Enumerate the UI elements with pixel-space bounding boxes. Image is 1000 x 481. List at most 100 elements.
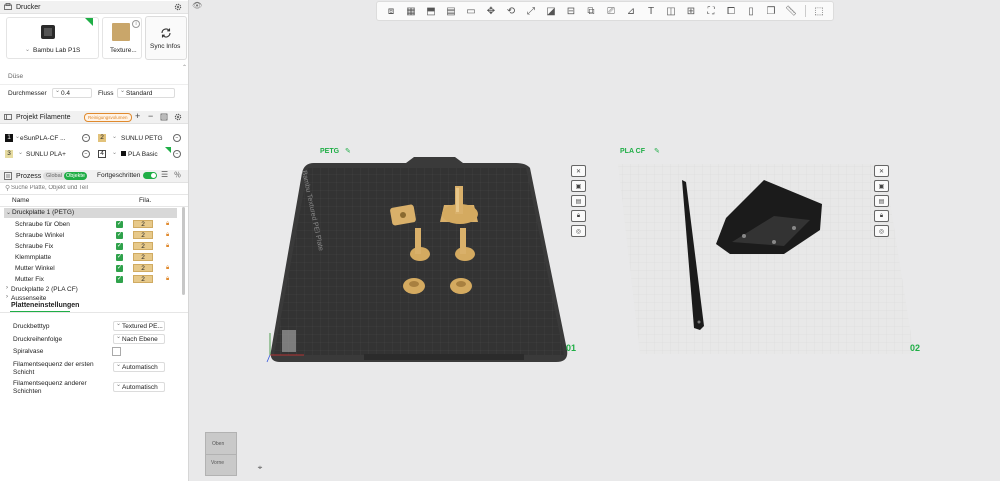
table-row[interactable]: Mutter Winkel ✓ 2 🔒︎ [0,263,180,274]
printer-section-header[interactable]: Drucker [0,1,188,14]
build-plate-1[interactable] [264,150,574,365]
tab-objects[interactable]: Objekte [64,172,87,180]
remove-filament-icon[interactable]: − [148,111,153,121]
object-search-input[interactable] [11,183,181,193]
orient-icon[interactable]: ⬒ [425,5,438,18]
printer-card[interactable]: Bambu Lab P1S ⌄ [6,17,99,59]
text-icon[interactable]: T [645,5,658,18]
object-visible-checkbox[interactable]: ✓ [116,232,123,239]
zoom-fit-icon[interactable]: ⌖ [254,462,266,473]
table-row[interactable]: Schraube für Oben ✓ 2 🔒︎ [0,219,180,230]
cleanup-volume-badge[interactable]: Reinigungsvolumen [84,113,132,122]
bed-type-dropdown[interactable]: Textured PE... [113,321,165,331]
expand-arrow-icon[interactable]: ⌄ [6,209,11,216]
filament-section-header[interactable]: Projekt Filamente Reinigungsvolumen + − [0,111,188,124]
table-row[interactable]: Mutter Fix ✓ 2 🔒︎ [0,274,180,285]
plate-2-number[interactable]: 02 [910,343,920,353]
filament-slot-4-dropdown-icon[interactable]: ⌄ [112,149,117,156]
tree-row-plate-1[interactable]: ⌄ Druckplatte 1 (PETG) [4,208,177,218]
first-layer-sequence-dropdown[interactable]: Automatisch [113,362,165,372]
filament-slot-3-number[interactable]: 3 [5,150,13,158]
flow-dropdown[interactable]: Standard [117,88,175,98]
lock-icon[interactable]: 🔒︎ [166,232,171,238]
scale-icon[interactable]: ⤢ [525,5,538,18]
filament-slot-2-dropdown-icon[interactable]: ⌄ [112,133,117,140]
object-visible-checkbox[interactable]: ✓ [116,276,123,283]
filament-settings-gear-icon[interactable] [174,113,182,121]
plate-2-arrange-icon[interactable]: ▤ [874,195,889,207]
plate-1-number[interactable]: 01 [566,343,576,353]
add-cube-icon[interactable]: ⧈ [385,5,398,18]
filament-slot-3-options-icon[interactable]: − [82,150,90,158]
list-view-icon[interactable]: ☰ [161,170,168,179]
edit-pencil-icon[interactable]: ✎ [654,147,660,155]
measure-icon[interactable]: ◫ [665,5,678,18]
eye-icon[interactable]: 👁︎ [192,1,202,10]
filament-slot-3-name[interactable]: SUNLU PLA+ [26,151,66,158]
boolean-icon[interactable]: ⧉ [585,5,598,18]
filament-slot-2-number[interactable]: 2 [98,134,106,142]
build-plate-2[interactable] [614,158,914,358]
plate-1-orient-icon[interactable]: ▣ [571,180,586,192]
cut-icon[interactable]: ⊟ [565,5,578,18]
variable-height-icon[interactable]: ▯ [745,5,758,18]
object-visible-checkbox[interactable]: ✓ [116,254,123,261]
edit-filament-icon[interactable] [160,113,168,121]
table-row[interactable]: Schraube Winkel ✓ 2 🔒︎ [0,230,180,241]
plate-2-delete-icon[interactable]: ✕ [874,165,889,177]
diameter-dropdown[interactable]: 0.4 [52,88,92,98]
ruler-icon[interactable]: 📏︎ [785,5,798,18]
cube-front-face[interactable]: Vorne [211,460,224,466]
object-filament-number[interactable]: 2 [133,264,153,272]
sync-info-button[interactable]: Sync Infos [145,16,187,60]
plate-1-settings-icon[interactable]: ◎ [571,225,586,237]
tab-global[interactable]: Global [46,172,62,180]
support-paint-icon[interactable]: ⎚ [605,5,618,18]
collapse-arrow-icon[interactable]: › [6,285,8,291]
layers-icon[interactable]: ⧠ [725,5,738,18]
plate-2-filament-label[interactable]: PLA CF [620,148,645,155]
other-layers-sequence-dropdown[interactable]: Automatisch [113,382,165,392]
lock-icon[interactable]: 🔒︎ [166,276,171,282]
grid-arrange-icon[interactable]: ▦ [405,5,418,18]
filament-slot-3-dropdown-icon[interactable]: ⌄ [18,149,23,156]
spiral-vase-checkbox[interactable] [112,347,121,356]
plate-type-card[interactable]: i Texture... [102,17,142,59]
cube-top-face[interactable]: Oben [212,441,224,447]
copy-icon[interactable]: ❐ [765,5,778,18]
plate-1-lock-icon[interactable]: 🔒︎ [571,210,586,222]
fullscreen-icon[interactable]: ⛶ [705,5,718,18]
lock-icon[interactable]: 🔒︎ [166,265,171,271]
sequence-dropdown[interactable]: Nach Ebene [113,334,165,344]
object-visible-checkbox[interactable]: ✓ [116,243,123,250]
compare-icon[interactable]: ％ [174,170,181,180]
split-icon[interactable]: ▭ [465,5,478,18]
filament-slot-4-options-icon[interactable]: − [173,150,181,158]
table-row[interactable]: Schraube Fix ✓ 2 🔒︎ [0,241,180,252]
tree-row-plate-2[interactable]: › Druckplatte 2 (PLA CF) [0,285,180,295]
object-list-scrollbar[interactable] [182,207,185,295]
filament-slot-4-number[interactable]: 4 [98,150,106,158]
plate-2-lock-icon[interactable]: 🔒︎ [874,210,889,222]
add-filament-icon[interactable]: + [135,111,140,121]
filament-slot-1-dropdown-icon[interactable]: ⌄ [15,133,20,140]
object-filament-number[interactable]: 2 [133,231,153,239]
collapse-arrow-icon[interactable]: ⌃ [182,64,187,71]
table-row[interactable]: Klemmplatte ✓ 2 [0,252,180,263]
object-filament-number[interactable]: 2 [133,220,153,228]
object-visible-checkbox[interactable]: ✓ [116,221,123,228]
filament-slot-2-name[interactable]: SUNLU PETG [121,135,163,142]
filament-slot-1-options-icon[interactable]: − [82,134,90,142]
plate-2-settings-icon[interactable]: ◎ [874,225,889,237]
lock-icon[interactable]: 🔒︎ [166,243,171,249]
advanced-toggle[interactable] [143,172,157,179]
filament-slot-4-name[interactable]: PLA Basic [128,151,158,158]
lay-on-face-icon[interactable]: ◪ [545,5,558,18]
filament-slot-1-name[interactable]: eSunPLA-CF ... [20,135,66,142]
info-icon[interactable]: i [132,20,140,28]
view-navigation-cube[interactable]: Oben Vorne [205,432,237,476]
object-visible-checkbox[interactable]: ✓ [116,265,123,272]
collapse-arrow-icon[interactable]: › [6,294,8,300]
assembly-icon[interactable]: ⊞ [685,5,698,18]
plate-icon[interactable]: ▤ [445,5,458,18]
